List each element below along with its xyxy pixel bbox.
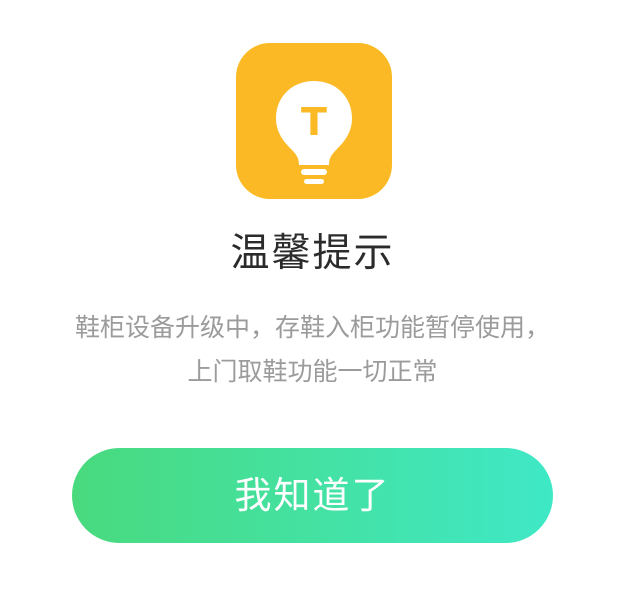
confirm-button[interactable]: 我知道了 [72,448,553,543]
lightbulb-icon: T [236,43,392,199]
message-line-1: 鞋柜设备升级中，存鞋入柜功能暂停使用， [74,313,550,342]
notice-dialog: T 温馨提示 鞋柜设备升级中，存鞋入柜功能暂停使用， 上门取鞋功能一切正常 我知… [0,0,625,608]
dialog-message: 鞋柜设备升级中，存鞋入柜功能暂停使用， 上门取鞋功能一切正常 [40,306,585,394]
message-line-2: 上门取鞋功能一切正常 [187,357,438,386]
bulb-letter: T [301,100,327,144]
dialog-title: 温馨提示 [230,231,395,276]
